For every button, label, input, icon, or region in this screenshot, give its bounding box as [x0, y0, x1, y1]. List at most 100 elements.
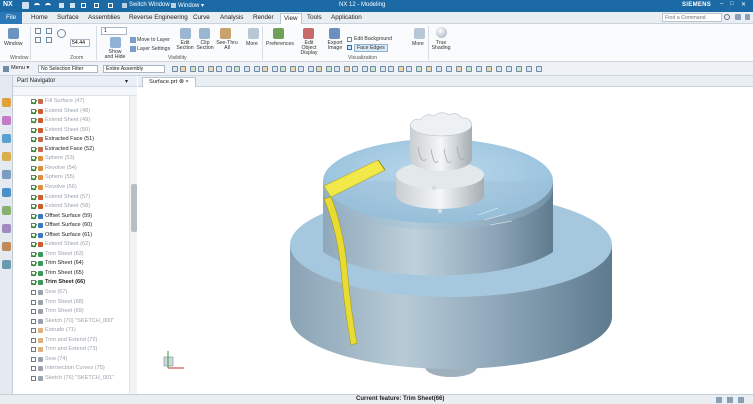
- visibility-checkbox[interactable]: [31, 318, 36, 324]
- snap-point-icon[interactable]: [362, 66, 368, 72]
- snap-point-icon[interactable]: [426, 66, 432, 72]
- tab-file[interactable]: File: [0, 12, 23, 24]
- navigator-item[interactable]: Revolve (56): [13, 183, 129, 192]
- selection-filter-dropdown[interactable]: No Selection Filter: [38, 65, 98, 73]
- navigator-item[interactable]: Sketch (76) "SKETCH_001": [13, 374, 129, 383]
- minimize-button[interactable]: –: [720, 1, 723, 7]
- tab-reverse-engineering[interactable]: Reverse Engineering: [126, 13, 191, 24]
- snap-point-icon[interactable]: [198, 66, 204, 72]
- snap-point-icon[interactable]: [216, 66, 222, 72]
- true-shading-icon[interactable]: [436, 27, 447, 38]
- snap-point-icon[interactable]: [398, 66, 404, 72]
- snap-point-icon[interactable]: [506, 66, 512, 72]
- snap-point-icon[interactable]: [272, 66, 278, 72]
- visibility-checkbox[interactable]: [31, 337, 36, 343]
- zoom-scale-field[interactable]: [70, 39, 90, 47]
- visibility-checkbox[interactable]: [31, 328, 36, 334]
- edit-section-button[interactable]: Edit Section: [176, 40, 194, 51]
- navigator-item[interactable]: Sew (67): [13, 288, 129, 297]
- navigator-item[interactable]: Sphere (55): [13, 173, 129, 182]
- navigator-item[interactable]: Trim and Extend (72): [13, 336, 129, 345]
- navigator-item[interactable]: Trim and Extend (73): [13, 345, 129, 354]
- undo-icon[interactable]: [34, 3, 40, 8]
- selection-scope-dropdown[interactable]: Entire Assembly: [103, 65, 165, 73]
- snap-point-icon[interactable]: [290, 66, 296, 72]
- snap-point-icon[interactable]: [226, 66, 232, 72]
- tab-surface-prt[interactable]: Surface.prt ⊗ ×: [142, 77, 196, 87]
- rotate-icon[interactable]: [46, 37, 52, 43]
- tab-analysis[interactable]: Analysis: [217, 13, 246, 24]
- clip-section-icon[interactable]: [199, 28, 210, 39]
- web-browser-icon[interactable]: [2, 188, 11, 197]
- face-edges-checkbox[interactable]: [347, 45, 352, 50]
- visibility-checkbox[interactable]: [31, 99, 36, 104]
- visibility-checkbox[interactable]: [31, 127, 36, 133]
- navigator-item[interactable]: Sketch (70) "SKETCH_000": [13, 317, 129, 326]
- snap-point-icon[interactable]: [316, 66, 322, 72]
- navigator-item[interactable]: Trim Sheet (65): [13, 269, 129, 278]
- process-studio-icon[interactable]: [2, 242, 11, 251]
- snap-point-icon[interactable]: [280, 66, 286, 72]
- window-icon[interactable]: [8, 28, 19, 39]
- snap-point-icon[interactable]: [380, 66, 386, 72]
- repeat-icon[interactable]: [81, 3, 86, 8]
- edit-background-checkbox[interactable]: [347, 37, 352, 42]
- refresh-icon[interactable]: [108, 3, 113, 8]
- snap-point-icon[interactable]: [234, 66, 240, 72]
- fit-icon[interactable]: [35, 28, 41, 34]
- redo-icon[interactable]: [45, 3, 51, 8]
- snap-point-icon[interactable]: [254, 66, 260, 72]
- zoom-dropdown[interactable]: 1: [101, 27, 127, 35]
- preferences-icon[interactable]: [273, 28, 284, 39]
- layer-settings-button[interactable]: Layer Settings: [137, 46, 170, 52]
- window-menu-button[interactable]: Window ▾: [178, 2, 204, 9]
- visibility-checkbox[interactable]: [31, 165, 36, 171]
- navigator-item[interactable]: Intersection Curves (75): [13, 364, 129, 373]
- constraint-navigator-icon[interactable]: [2, 116, 11, 125]
- history-icon[interactable]: [2, 206, 11, 215]
- edit-section-icon[interactable]: [180, 28, 191, 39]
- visibility-checkbox[interactable]: [31, 108, 36, 114]
- window-button[interactable]: Window: [4, 41, 22, 47]
- visibility-checkbox[interactable]: [31, 290, 36, 295]
- navigator-item[interactable]: Trim Sheet (69): [13, 307, 129, 316]
- visibility-checkbox[interactable]: [31, 356, 36, 362]
- visibility-checkbox[interactable]: [31, 242, 36, 248]
- face-edges-label[interactable]: Face Edges: [354, 44, 388, 52]
- model-canvas[interactable]: [138, 87, 753, 393]
- ribbon-options-icon[interactable]: [745, 14, 750, 20]
- visibility-checkbox[interactable]: [31, 261, 36, 267]
- assembly-navigator-icon[interactable]: [2, 98, 11, 107]
- navigator-item[interactable]: Offset Surface (59): [13, 212, 129, 221]
- tab-tools[interactable]: Tools: [304, 13, 325, 24]
- visibility-checkbox[interactable]: [31, 204, 36, 210]
- navigator-item[interactable]: Offset Surface (60): [13, 221, 129, 230]
- roles-icon[interactable]: [2, 260, 11, 269]
- visibility-checkbox[interactable]: [31, 366, 36, 372]
- snap-point-icon[interactable]: [406, 66, 412, 72]
- edit-object-display-button[interactable]: Edit Object Display: [297, 40, 321, 56]
- visibility-checkbox[interactable]: [31, 280, 36, 286]
- snap-point-icon[interactable]: [416, 66, 422, 72]
- snap-point-icon[interactable]: [208, 66, 214, 72]
- paste-icon[interactable]: [70, 3, 75, 8]
- navigator-item[interactable]: Extend Sheet (62): [13, 240, 129, 249]
- snap-point-icon[interactable]: [370, 66, 376, 72]
- save-icon[interactable]: [22, 2, 29, 9]
- tab-application[interactable]: Application: [328, 13, 365, 24]
- tab-curve[interactable]: Curve: [190, 13, 213, 24]
- snap-point-icon[interactable]: [436, 66, 442, 72]
- snap-point-icon[interactable]: [298, 66, 304, 72]
- snap-point-icon[interactable]: [344, 66, 350, 72]
- snap-point-icon[interactable]: [172, 66, 178, 72]
- navigator-item[interactable]: Extracted Face (51): [13, 135, 129, 144]
- layer-settings-icon[interactable]: [130, 46, 136, 52]
- visibility-checkbox[interactable]: [31, 156, 36, 162]
- command-search-input[interactable]: [662, 13, 722, 22]
- tab-home[interactable]: Home: [28, 13, 51, 24]
- close-button[interactable]: ✕: [741, 1, 746, 8]
- tab-view[interactable]: View: [280, 13, 302, 24]
- navigator-item[interactable]: Extrude (71): [13, 326, 129, 335]
- snap-point-icon[interactable]: [476, 66, 482, 72]
- visibility-checkbox[interactable]: [31, 213, 36, 219]
